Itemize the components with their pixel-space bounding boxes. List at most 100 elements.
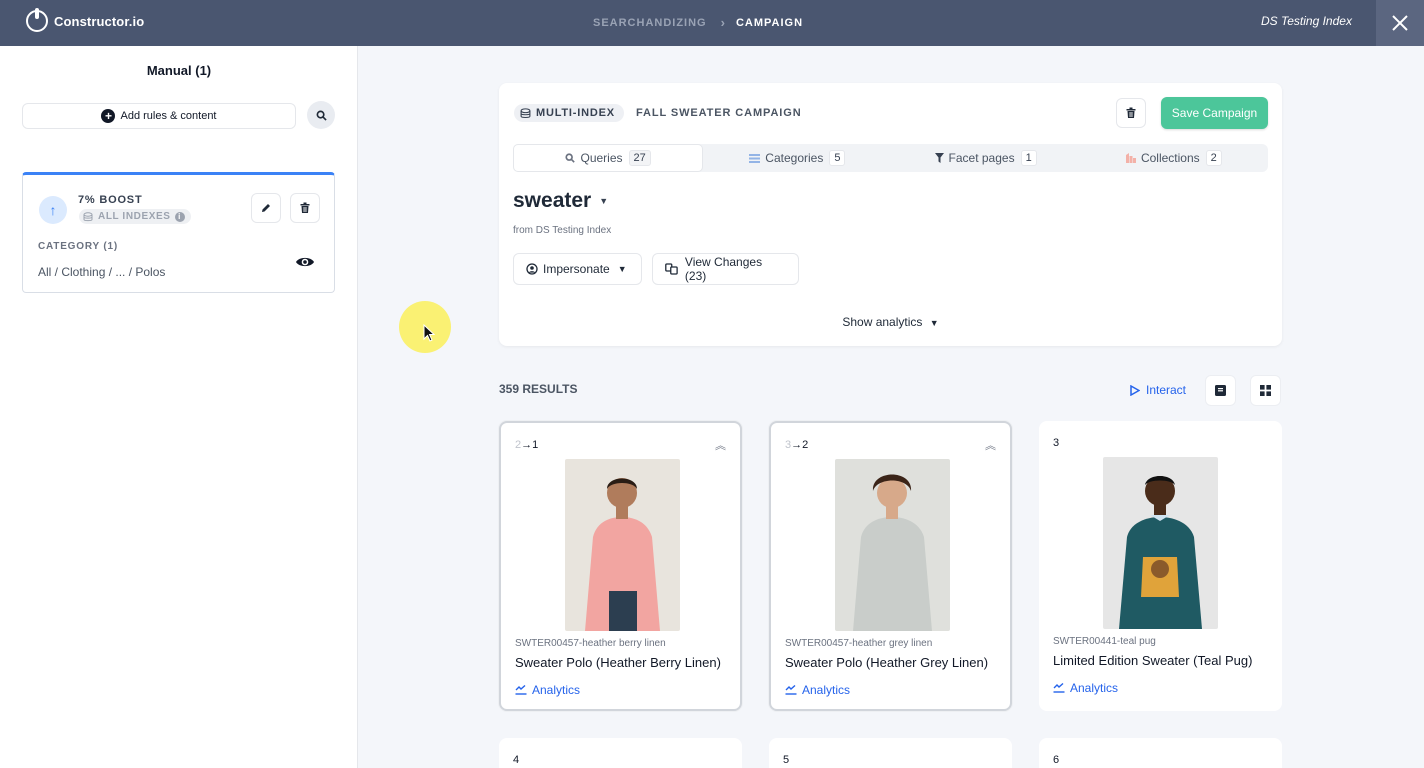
position-indicator: 2→1 bbox=[515, 439, 539, 451]
tab-facet-pages-label: Facet pages bbox=[948, 151, 1015, 165]
add-rules-label: Add rules & content bbox=[120, 110, 217, 122]
rules-search-button[interactable] bbox=[307, 101, 335, 129]
user-circle-icon bbox=[526, 263, 538, 275]
campaign-tabs: Queries 27 Categories 5 Facet pages 1 Co… bbox=[513, 144, 1268, 172]
grid-view-icon bbox=[1260, 385, 1271, 396]
campaign-name: FALL SWEATER CAMPAIGN bbox=[636, 107, 802, 119]
chevron-down-icon: ▼ bbox=[617, 264, 627, 274]
arrow-up-icon: ↑ bbox=[39, 196, 67, 224]
close-icon bbox=[1392, 15, 1408, 31]
tab-categories-count: 5 bbox=[829, 150, 846, 166]
power-logo-icon bbox=[26, 8, 48, 32]
tab-queries[interactable]: Queries 27 bbox=[513, 144, 704, 172]
product-sku: SWTER00457-heather berry linen bbox=[515, 638, 666, 649]
view-changes-label: View Changes (23) bbox=[684, 255, 763, 283]
boost-rule-card[interactable]: ↑ 7% BOOST ALL INDEXES i CATEGORY (1) Al… bbox=[22, 172, 335, 293]
save-campaign-button[interactable]: Save Campaign bbox=[1161, 97, 1268, 129]
impersonate-label: Impersonate bbox=[543, 262, 610, 276]
multi-index-tag: MULTI-INDEX bbox=[514, 104, 624, 122]
breadcrumb-searchandizing[interactable]: SEARCHANDIZING bbox=[593, 17, 707, 29]
brand-logo[interactable]: Constructor.io bbox=[26, 8, 145, 32]
position-indicator: 4 bbox=[513, 754, 520, 766]
results-count: 359 RESULTS bbox=[499, 382, 578, 396]
product-card[interactable]: 3→2 ︽ SWTER00457-heather grey linen Swea… bbox=[769, 421, 1012, 711]
chevron-right-icon: › bbox=[720, 15, 726, 30]
index-name: DS Testing Index bbox=[1261, 14, 1352, 28]
list-icon bbox=[749, 153, 761, 163]
mouse-pointer-icon bbox=[423, 324, 435, 342]
eye-icon[interactable] bbox=[295, 255, 315, 274]
brand-name: Constructor.io bbox=[54, 13, 145, 29]
grid-view-button[interactable] bbox=[1250, 375, 1281, 406]
product-name: Limited Edition Sweater (Teal Pug) bbox=[1053, 653, 1253, 668]
analytics-icon bbox=[1053, 682, 1065, 693]
show-analytics-label: Show analytics bbox=[842, 315, 923, 329]
delete-campaign-button[interactable] bbox=[1116, 98, 1146, 128]
edit-rule-button[interactable] bbox=[251, 193, 281, 223]
product-card[interactable]: 2→1 ︽ SWTER00457-heather berry linen Swe… bbox=[499, 421, 742, 711]
changes-icon bbox=[665, 263, 678, 275]
close-button[interactable] bbox=[1376, 0, 1424, 46]
top-bar: Constructor.io SEARCHANDIZING › CAMPAIGN… bbox=[0, 0, 1424, 46]
tab-categories[interactable]: Categories 5 bbox=[703, 144, 891, 172]
query-text: sweater bbox=[513, 189, 592, 212]
search-icon bbox=[565, 153, 576, 163]
trash-icon bbox=[1126, 107, 1136, 118]
view-changes-button[interactable]: View Changes (23) bbox=[652, 253, 799, 285]
campaign-panel: MULTI-INDEX FALL SWEATER CAMPAIGN Save C… bbox=[499, 83, 1282, 346]
plus-icon: + bbox=[101, 109, 116, 123]
product-card[interactable]: 6 bbox=[1039, 738, 1282, 768]
product-sku: SWTER00441-teal pug bbox=[1053, 636, 1156, 647]
tab-collections-label: Collections bbox=[1140, 151, 1200, 165]
interact-button[interactable]: Interact bbox=[1130, 383, 1186, 397]
rule-category-path: All / Clothing / ... / Polos bbox=[38, 265, 166, 279]
tab-queries-label: Queries bbox=[580, 151, 623, 165]
product-card[interactable]: 3 SWTER00441-teal pug Limited Edition Sw… bbox=[1039, 421, 1282, 711]
all-indexes-tag: ALL INDEXES i bbox=[79, 209, 191, 224]
analytics-link[interactable]: Analytics bbox=[1053, 681, 1118, 695]
list-view-icon bbox=[1215, 385, 1226, 396]
trash-icon bbox=[300, 202, 310, 213]
impersonate-button[interactable]: Impersonate ▼ bbox=[513, 253, 642, 285]
double-chevron-up-icon[interactable]: ︽ bbox=[715, 437, 726, 453]
analytics-link[interactable]: Analytics bbox=[515, 683, 580, 697]
all-indexes-label: ALL INDEXES bbox=[98, 211, 171, 222]
analytics-link[interactable]: Analytics bbox=[785, 683, 850, 697]
position-indicator: 3 bbox=[1053, 437, 1060, 449]
tab-queries-count: 27 bbox=[628, 150, 651, 166]
position-indicator: 5 bbox=[783, 754, 790, 766]
show-analytics-toggle[interactable]: Show analytics ▼ bbox=[499, 315, 1282, 329]
tab-facet-pages[interactable]: Facet pages 1 bbox=[892, 144, 1080, 172]
product-image bbox=[565, 459, 680, 631]
tab-facet-pages-count: 1 bbox=[1020, 150, 1037, 166]
product-card[interactable]: 4 bbox=[499, 738, 742, 768]
product-name: Sweater Polo (Heather Berry Linen) bbox=[515, 655, 721, 670]
database-icon bbox=[83, 211, 93, 221]
query-selector[interactable]: sweater ▼ bbox=[513, 189, 608, 213]
product-card[interactable]: 5 bbox=[769, 738, 1012, 768]
delete-rule-button[interactable] bbox=[290, 193, 320, 223]
database-icon bbox=[520, 107, 531, 118]
rule-title: 7% BOOST bbox=[78, 194, 143, 206]
breadcrumb-campaign: CAMPAIGN bbox=[735, 16, 804, 29]
product-name: Sweater Polo (Heather Grey Linen) bbox=[785, 655, 989, 670]
rules-panel: Manual (1) + Add rules & content ↑ 7% BO… bbox=[0, 46, 358, 768]
double-chevron-up-icon[interactable]: ︽ bbox=[985, 437, 996, 453]
interact-label: Interact bbox=[1146, 383, 1187, 397]
caret-down-icon: ▼ bbox=[929, 318, 939, 328]
search-icon bbox=[316, 110, 327, 121]
product-image bbox=[1103, 457, 1218, 629]
info-icon[interactable]: i bbox=[174, 211, 185, 222]
product-sku: SWTER00457-heather grey linen bbox=[785, 638, 933, 649]
list-view-button[interactable] bbox=[1205, 375, 1236, 406]
position-indicator: 3→2 bbox=[785, 439, 809, 451]
collection-icon bbox=[1125, 153, 1136, 163]
breadcrumb: SEARCHANDIZING › CAMPAIGN bbox=[593, 15, 803, 30]
tab-categories-label: Categories bbox=[765, 151, 824, 165]
query-source-index: from DS Testing Index bbox=[513, 225, 612, 236]
tab-collections[interactable]: Collections 2 bbox=[1080, 144, 1268, 172]
analytics-icon bbox=[515, 684, 527, 695]
analytics-icon bbox=[785, 684, 797, 695]
add-rules-button[interactable]: + Add rules & content bbox=[22, 103, 296, 129]
play-icon bbox=[1130, 384, 1140, 396]
